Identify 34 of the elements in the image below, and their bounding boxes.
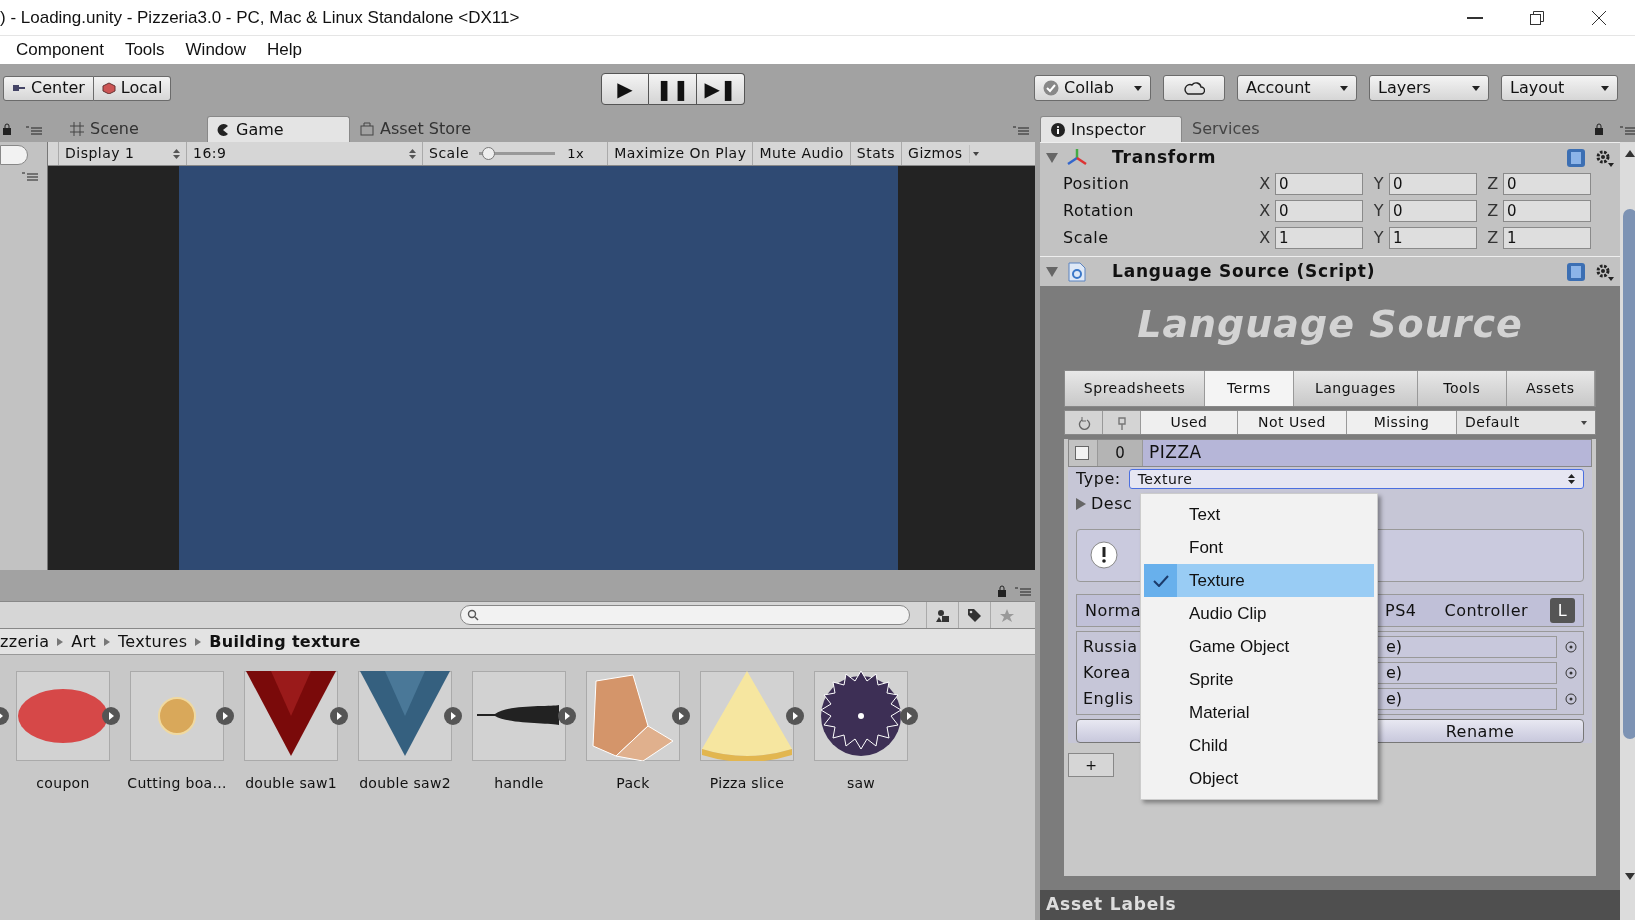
asset-name: double saw1 (245, 774, 337, 793)
asset-name: double saw2 (359, 774, 451, 793)
term-key: PIZZA (1143, 440, 1591, 466)
language-name: Korea (1083, 663, 1131, 682)
scale-label: Scale (429, 144, 470, 163)
asset-name: Pizza slice (709, 774, 785, 793)
axis-label: X (1258, 227, 1272, 249)
property-label: Scale (1062, 227, 1110, 249)
axis-label: X (1258, 200, 1272, 222)
component-title: Transform (1112, 145, 1217, 169)
banner-title: Language Source (1136, 301, 1524, 346)
asset-name: handle (494, 774, 544, 793)
asset-name: saw (846, 774, 876, 793)
type-label: Type: (1076, 468, 1121, 491)
axis-label: Y (1372, 227, 1386, 249)
language-name: Russia (1083, 637, 1138, 656)
usage-count: 0 (1097, 440, 1143, 466)
axis-label: Y (1372, 173, 1386, 195)
asset-name: Pack (616, 774, 650, 793)
footer-bar: Asset Labels (1040, 890, 1620, 920)
axis-label: X (1258, 173, 1272, 195)
asset-name: Cutting boa… (127, 774, 227, 793)
window-title: ) - Loading.unity - Pizzeria3.0 - PC, Mac & Linux Standalone <DX11> (0, 6, 520, 29)
axis-label: Z (1486, 200, 1500, 222)
axis-label: Z (1486, 173, 1500, 195)
asset-name: coupon (36, 774, 90, 793)
axis-label: Y (1372, 200, 1386, 222)
foldout-label: Desc (1091, 493, 1133, 516)
scale-value: 1x (567, 144, 586, 163)
component-title: Language Source (Script) (1112, 259, 1376, 283)
property-label: Position (1062, 173, 1131, 195)
axis-label: Z (1486, 227, 1500, 249)
property-label: Rotation (1062, 200, 1135, 222)
language-name: Englis (1083, 689, 1134, 708)
